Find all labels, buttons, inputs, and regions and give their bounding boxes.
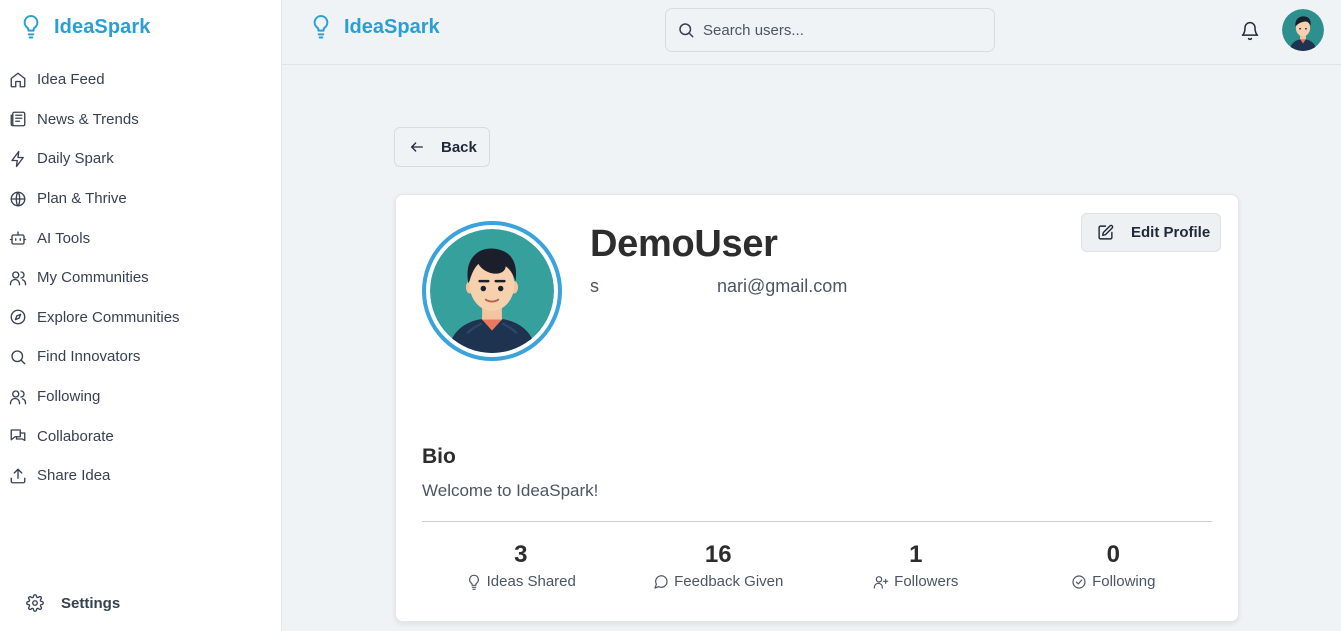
messages-icon [10,429,26,442]
stat-label: Ideas Shared [486,573,576,590]
sidebar-item-label: Collaborate [37,427,114,445]
profile-stats: 3 Ideas Shared 16 Feedback Given 1 Follo… [422,541,1212,590]
sidebar-item-label: My Communities [37,269,149,287]
email-prefix: s [590,276,599,296]
sidebar-settings[interactable]: Settings [26,594,120,612]
sidebar-item-explore-communities[interactable]: Explore Communities [0,298,281,338]
stat-value: 0 [1106,541,1120,568]
users-icon [9,389,27,404]
sidebar-item-label: Share Idea [37,467,111,485]
lightbulb-icon [313,14,329,39]
search-icon [11,350,26,365]
stat-ideas-shared: 3 Ideas Shared [422,541,620,590]
arrow-left-icon [411,142,423,152]
bio-heading: Bio [422,445,456,468]
email-suffix: nari@gmail.com [717,276,848,296]
avatar-image [430,229,554,353]
sidebar-item-label: AI Tools [37,229,91,247]
sidebar-item-collaborate[interactable]: Collaborate [0,416,281,456]
sidebar-item-label: Explore Communities [37,308,180,326]
back-button[interactable]: Back [394,127,490,167]
profile-email: s nari@gmail.com [590,276,848,298]
sidebar-item-ai-tools[interactable]: AI Tools [0,218,281,258]
search-input[interactable] [703,21,983,39]
stat-following: 0 Following [1015,541,1213,590]
profile-avatar [422,221,562,361]
stat-label: Feedback Given [674,573,784,590]
message-circle-icon [654,574,668,589]
sidebar-item-label: Plan & Thrive [37,190,127,208]
edit-profile-label: Edit Profile [1131,224,1211,241]
stat-followers: 1 Followers [817,541,1015,590]
users-icon [9,271,27,286]
check-circle-icon [1072,574,1086,589]
sidebar-item-label: News & Trends [37,110,139,128]
sidebar-item-label: Idea Feed [37,71,105,89]
sidebar-item-news-trends[interactable]: News & Trends [0,100,281,140]
edit-profile-button[interactable]: Edit Profile [1081,213,1221,252]
app-name: IdeaSpark [54,15,151,38]
newspaper-icon [10,111,26,127]
email-redaction [599,277,717,298]
search-icon [679,23,694,38]
sidebar-item-daily-spark[interactable]: Daily Spark [0,139,281,179]
sidebar: IdeaSpark Idea Feed News & Trends Daily … [0,0,282,631]
bio-text: Welcome to IdeaSpark! [422,481,599,500]
back-label: Back [441,138,477,156]
stat-feedback-given: 16 Feedback Given [620,541,818,590]
search-box[interactable] [665,8,995,52]
stat-value: 3 [514,541,528,568]
user-avatar[interactable] [1282,9,1324,51]
divider [422,521,1212,522]
stat-label: Following [1092,573,1156,590]
settings-label: Settings [61,594,121,612]
gear-icon [26,594,44,612]
sidebar-item-idea-feed[interactable]: Idea Feed [0,60,281,100]
upload-icon [10,468,26,484]
app-name: IdeaSpark [344,15,440,38]
stat-value: 1 [909,541,923,568]
stat-value: 16 [704,541,732,568]
zap-icon [11,150,24,168]
lightbulb-icon [468,574,479,590]
sidebar-item-my-communities[interactable]: My Communities [0,258,281,298]
sidebar-item-find-innovators[interactable]: Find Innovators [0,337,281,377]
sidebar-item-following[interactable]: Following [0,377,281,417]
user-plus-icon [873,575,889,589]
sidebar-item-share-idea[interactable]: Share Idea [0,456,281,496]
sidebar-item-label: Find Innovators [37,348,141,366]
bot-icon [9,231,27,245]
sidebar-brand[interactable]: IdeaSpark [20,14,151,40]
sidebar-nav: Idea Feed News & Trends Daily Spark Plan… [0,60,281,496]
profile-card: DemoUser s nari@gmail.com Edit Profile Bi… [395,194,1239,622]
sidebar-item-label: Daily Spark [37,150,114,168]
header-brand[interactable]: IdeaSpark [310,14,440,40]
bell-icon[interactable] [1240,21,1260,41]
compass-icon [10,309,26,325]
sidebar-item-label: Following [37,388,101,406]
avatar-image [1282,9,1324,51]
globe-icon [10,191,26,207]
profile-username: DemoUser [590,223,778,265]
top-header: IdeaSpark [282,0,1341,65]
sidebar-item-plan-thrive[interactable]: Plan & Thrive [0,179,281,219]
edit-icon [1098,224,1114,240]
lightbulb-icon [23,14,39,39]
home-icon [10,72,26,88]
stat-label: Followers [894,573,959,590]
